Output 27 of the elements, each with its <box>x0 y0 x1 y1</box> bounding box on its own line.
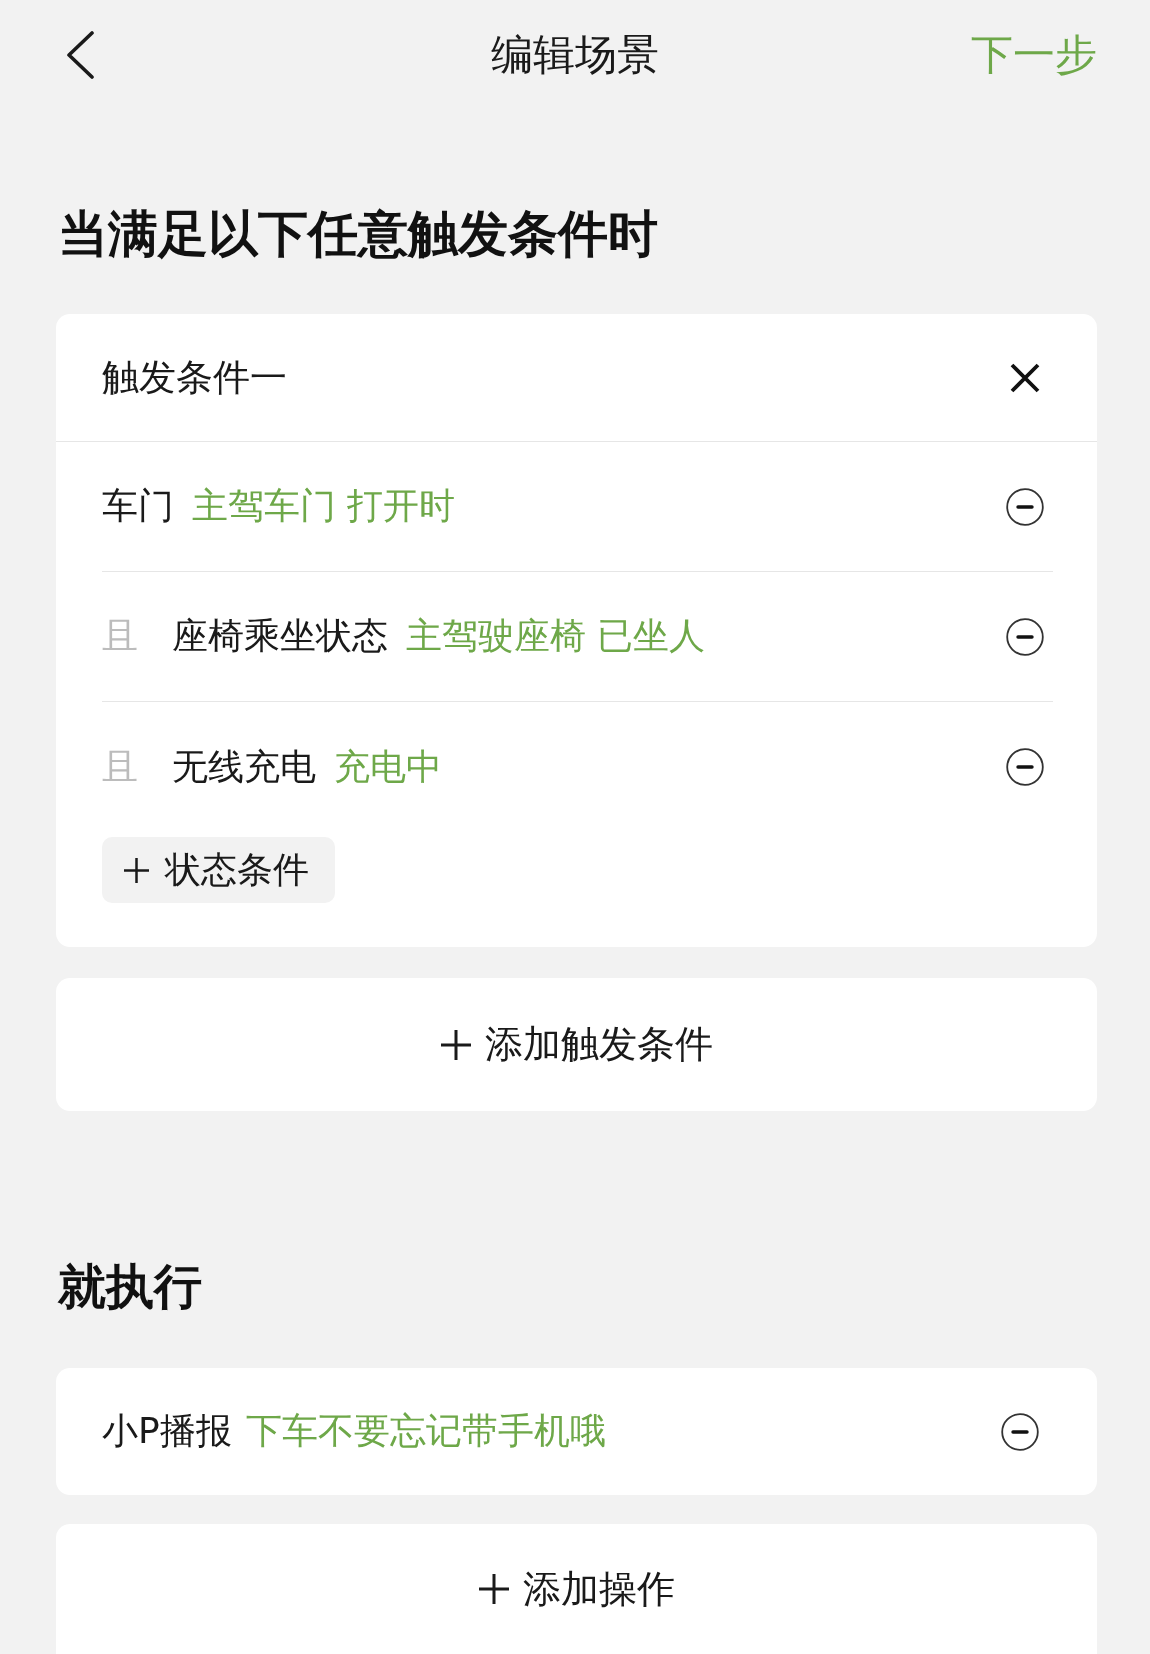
add-action-button[interactable]: 添加操作 <box>56 1524 1097 1654</box>
section-heading: 就执行 <box>58 1258 202 1316</box>
add-trigger-button[interactable]: 添加触发条件 <box>56 978 1097 1111</box>
condition-name: 座椅乘坐状态 <box>172 614 388 658</box>
condition-value[interactable]: 充电中 <box>334 742 442 792</box>
minus-circle-icon[interactable] <box>1006 748 1044 786</box>
action-name: 小P播报 <box>102 1409 232 1453</box>
back-icon[interactable] <box>65 31 95 79</box>
minus-circle-icon[interactable] <box>1001 1412 1039 1451</box>
plus-icon <box>478 1574 509 1604</box>
connector-label: 且 <box>102 744 138 789</box>
page-title: 编辑场景 <box>491 30 659 79</box>
minus-circle-icon[interactable] <box>1006 617 1044 656</box>
condition-value[interactable]: 主驾车门 打开时 <box>192 482 456 531</box>
section-heading: 当满足以下任意触发条件时 <box>58 204 658 264</box>
minus-circle-icon[interactable] <box>1006 487 1044 526</box>
add-condition-button[interactable]: 状态条件 <box>102 837 335 903</box>
plus-icon <box>124 857 149 883</box>
action-value[interactable]: 下车不要忘记带手机哦 <box>245 1407 606 1456</box>
condition-name: 车门 <box>102 484 174 528</box>
close-icon[interactable] <box>1010 362 1040 393</box>
plus-icon <box>440 1029 471 1060</box>
trigger-title: 触发条件一 <box>102 354 287 401</box>
condition-value[interactable]: 主驾驶座椅 已坐人 <box>406 612 706 661</box>
connector-label: 且 <box>102 614 138 658</box>
condition-name: 无线充电 <box>172 744 316 789</box>
next-button[interactable]: 下一步 <box>971 27 1097 83</box>
